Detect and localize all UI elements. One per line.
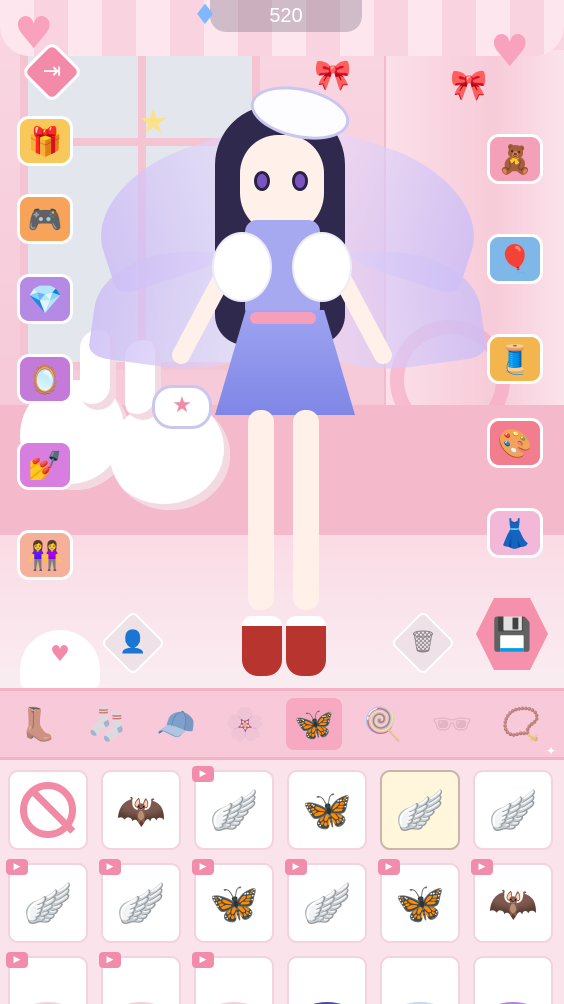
diamond-icon: ♦: [192, 0, 218, 31]
character-avatar[interactable]: ★: [0, 0, 564, 690]
item-gradient-butterfly-wings[interactable]: ▶ 🦋: [378, 859, 460, 943]
boot-icon: 👢: [18, 705, 58, 743]
save-icon: 💾: [492, 615, 532, 653]
video-icon: ▶: [192, 952, 214, 968]
nail-polish-button[interactable]: 💅: [12, 432, 78, 498]
video-icon: ▶: [6, 859, 28, 875]
item-white-fairy-wings[interactable]: ▶ 🪽: [192, 766, 274, 850]
dress-shop-button[interactable]: 👗: [482, 500, 548, 566]
small-wings-icon: 🪽: [116, 880, 166, 927]
video-icon: ▶: [192, 766, 214, 782]
hot-air-balloon-icon: 🎈: [487, 234, 543, 284]
gem-counter: 520: [210, 0, 362, 32]
item-pink-feather-wings[interactable]: ▶ 🪽: [6, 859, 88, 943]
category-glasses[interactable]: 🕶: [424, 698, 480, 750]
gift-box-icon: 🎁: [17, 116, 73, 166]
gem-count: 520: [269, 5, 303, 27]
category-necklace[interactable]: 📿: [493, 698, 549, 750]
friends-icon: 👭: [17, 530, 73, 580]
video-icon: ▶: [6, 952, 28, 968]
makeup-compact-button[interactable]: 🪞: [12, 346, 78, 412]
item-none[interactable]: [8, 770, 88, 850]
item-wings-row3-4[interactable]: [287, 956, 367, 1004]
feather-wings-icon: 🪽: [23, 880, 73, 927]
leaf-wings-icon: 🪽: [488, 787, 538, 834]
heart-box-button[interactable]: 💎: [12, 266, 78, 332]
sewing-machine-icon: 🧵: [487, 334, 543, 384]
item-pink-angel-wings[interactable]: ▶ 🪽: [285, 859, 367, 943]
video-icon: ▶: [378, 859, 400, 875]
bead-necklace-icon: 📿: [501, 705, 541, 743]
video-icon: ▶: [99, 952, 121, 968]
no-item-icon: [20, 782, 76, 838]
purse: ★: [152, 385, 212, 429]
item-green-fairy-wings[interactable]: 🪽: [473, 770, 553, 850]
heart-box-icon: 💎: [17, 274, 73, 324]
doll-figure-icon: 🧸: [487, 134, 543, 184]
game-console-button[interactable]: 🎮: [12, 186, 78, 252]
video-icon: ▶: [471, 859, 493, 875]
fur-shoulder: [212, 232, 272, 302]
item-wings-row3-2[interactable]: ▶: [99, 952, 181, 1004]
category-bar: 👢 🧦 🧢 🌸 🦋 🍭 🕶 📿: [0, 688, 564, 760]
video-icon: ▶: [285, 859, 307, 875]
hot-air-balloon-button[interactable]: 🎈: [482, 226, 548, 292]
boot: [242, 616, 282, 676]
dress-sash: [250, 312, 316, 324]
doll-figure-button[interactable]: 🧸: [482, 126, 548, 192]
star-glasses-icon: 🕶: [431, 705, 473, 743]
scroll-indicator: ✦: [545, 744, 556, 758]
dress-icon: 👗: [487, 508, 543, 558]
wings-icon: 🦋: [294, 705, 334, 743]
item-wings-row3-6[interactable]: [473, 956, 553, 1004]
item-wings-row3-1[interactable]: ▶: [6, 952, 88, 1004]
category-wings[interactable]: 🦋: [286, 698, 342, 750]
compact-icon: 🪞: [17, 354, 73, 404]
art-box-icon: 🎨: [487, 418, 543, 468]
category-hair-clip[interactable]: 🌸: [217, 698, 273, 750]
exit-icon: ⇥: [42, 59, 62, 84]
butterfly-wings-icon: 🦋: [395, 880, 445, 927]
art-box-button[interactable]: 🎨: [482, 410, 548, 476]
bat-wings-icon: 🦇: [116, 787, 166, 834]
video-icon: ▶: [99, 859, 121, 875]
item-wings-row3-3[interactable]: ▶: [192, 952, 274, 1004]
fairy-wings-icon: 🪽: [209, 787, 259, 834]
sock-icon: 🧦: [87, 705, 127, 743]
friends-button[interactable]: 👭: [12, 522, 78, 588]
item-dark-wings[interactable]: 🦇: [101, 770, 181, 850]
gift-box-button[interactable]: 🎁: [12, 108, 78, 174]
bat-wings-icon: 🦇: [488, 880, 538, 927]
cap-icon: 🧢: [156, 705, 196, 743]
candy-cane-icon: 🍭: [363, 705, 403, 743]
sewing-machine-button[interactable]: 🧵: [482, 326, 548, 392]
game-console-icon: 🎮: [17, 194, 73, 244]
avatar-icon: 👤: [119, 630, 147, 655]
item-pink-bat-wings[interactable]: ▶ 🦇: [471, 859, 553, 943]
flower-clip-icon: 🌸: [225, 705, 265, 743]
item-purple-fairy-wings[interactable]: 🪽: [380, 770, 460, 850]
category-boots[interactable]: 👢: [10, 698, 66, 750]
fur-shoulder: [292, 232, 352, 302]
item-small-white-wings[interactable]: ▶ 🪽: [99, 859, 181, 943]
butterfly-wings-icon: 🦋: [209, 880, 259, 927]
category-wand[interactable]: 🍭: [355, 698, 411, 750]
video-icon: ▶: [192, 859, 214, 875]
item-grid[interactable]: 🦇 ▶ 🪽 🦋 🪽 🪽 ▶ 🪽 ▶ 🪽 ▶ 🦋 ▶ 🪽 ▶ 🦋 ▶ 🦇 ▶ ▶ ▶: [0, 760, 564, 1004]
nail-polish-icon: 💅: [17, 440, 73, 490]
fairy-wings-icon: 🪽: [395, 787, 445, 834]
category-hats[interactable]: 🧢: [148, 698, 204, 750]
item-purple-butterfly-wings[interactable]: ▶ 🦋: [192, 859, 274, 943]
boot: [286, 616, 326, 676]
item-pastel-butterfly-wings[interactable]: 🦋: [287, 770, 367, 850]
trash-icon: 🗑: [409, 630, 437, 655]
category-socks[interactable]: 🧦: [79, 698, 135, 750]
angel-wings-icon: 🪽: [302, 880, 352, 927]
item-wings-row3-5[interactable]: [380, 956, 460, 1004]
butterfly-wings-icon: 🦋: [302, 787, 352, 834]
